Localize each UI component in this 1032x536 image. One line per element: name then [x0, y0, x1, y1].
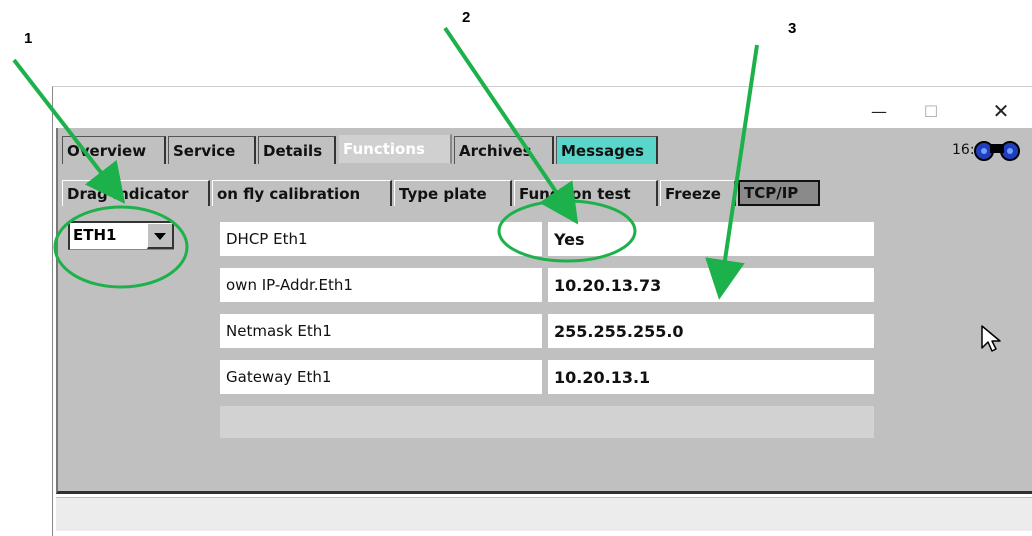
- tab-service[interactable]: Service: [168, 136, 256, 164]
- callout-2: 2: [462, 9, 471, 26]
- subtab-freeze[interactable]: Freeze: [660, 180, 736, 206]
- close-button[interactable]: ✕: [981, 97, 1021, 125]
- tab-messages[interactable]: Messages: [556, 136, 658, 164]
- chevron-down-icon: [154, 233, 166, 240]
- tab-overview[interactable]: Overview: [62, 136, 166, 164]
- maximize-button[interactable]: ☐: [911, 97, 951, 125]
- interface-select[interactable]: ETH1: [68, 221, 174, 250]
- gateway-value[interactable]: 10.20.13.1: [548, 360, 874, 394]
- interface-select-value: ETH1: [73, 226, 117, 244]
- subtab-type-plate[interactable]: Type plate: [394, 180, 512, 206]
- subtab-on-fly-calibration[interactable]: on fly calibration: [212, 180, 392, 206]
- ip-address-value[interactable]: 10.20.13.73: [548, 268, 874, 302]
- ip-address-label: own IP-Addr.Eth1: [220, 268, 542, 302]
- empty-row: [220, 406, 874, 438]
- dhcp-label: DHCP Eth1: [220, 222, 542, 256]
- dropdown-button[interactable]: [147, 223, 174, 249]
- status-bar: [56, 497, 1032, 531]
- netmask-value[interactable]: 255.255.255.0: [548, 314, 874, 348]
- subtab-drag-indicator[interactable]: Drag indicator: [62, 180, 210, 206]
- dhcp-value[interactable]: Yes: [548, 222, 874, 256]
- binoculars-icon[interactable]: [970, 137, 1024, 161]
- minimize-button[interactable]: —: [859, 97, 899, 125]
- netmask-label: Netmask Eth1: [220, 314, 542, 348]
- subtab-function-test[interactable]: Function test: [514, 180, 658, 206]
- callout-3: 3: [788, 20, 797, 37]
- gateway-label: Gateway Eth1: [220, 360, 542, 394]
- subtab-tcp-ip[interactable]: TCP/IP: [738, 180, 820, 206]
- callout-1: 1: [24, 30, 33, 47]
- tab-details[interactable]: Details: [258, 136, 336, 164]
- tab-functions[interactable]: Functions: [338, 134, 452, 164]
- mouse-cursor-icon: [981, 325, 1001, 352]
- tab-archives[interactable]: Archives: [454, 136, 554, 164]
